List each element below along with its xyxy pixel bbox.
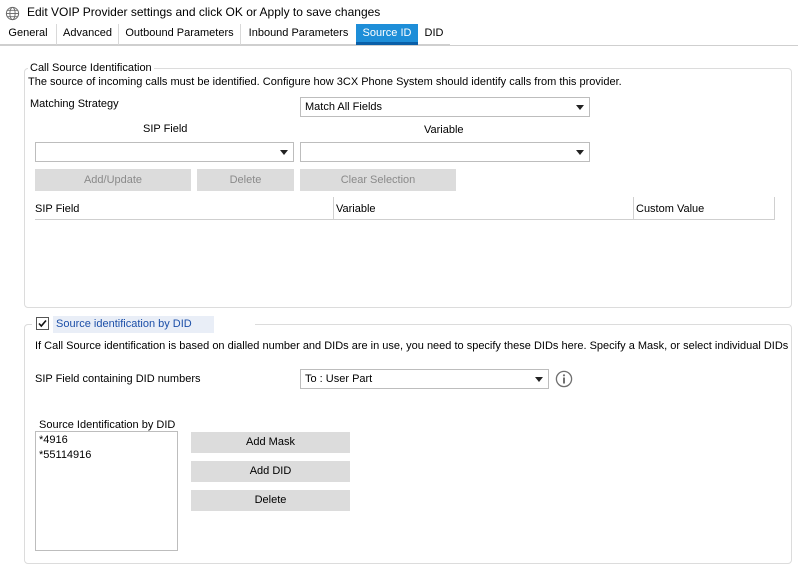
tab-bar: General Advanced Outbound Parameters Inb…: [0, 24, 798, 46]
sip-field-label: SIP Field: [143, 123, 188, 135]
sip-field-did-select[interactable]: To : User Part: [300, 369, 549, 389]
did-description: If Call Source identification is based o…: [35, 340, 789, 352]
did-checkbox[interactable]: [36, 317, 49, 330]
variable-label: Variable: [424, 124, 464, 136]
tab-general[interactable]: General: [0, 24, 57, 45]
column-divider: [774, 197, 775, 220]
mapping-table-body[interactable]: [35, 221, 775, 301]
checkmark-icon: [38, 319, 47, 328]
window-title: Edit VOIP Provider settings and click OK…: [27, 5, 381, 19]
matching-strategy-value: Match All Fields: [305, 101, 383, 113]
call-source-legend: Call Source Identification: [28, 62, 154, 74]
tab-advanced[interactable]: Advanced: [57, 24, 119, 45]
chevron-down-icon: [280, 150, 288, 155]
clear-selection-button[interactable]: Clear Selection: [300, 169, 456, 191]
add-mask-button[interactable]: Add Mask: [191, 432, 350, 453]
column-header-custom-value[interactable]: Custom Value: [636, 203, 704, 215]
add-update-button[interactable]: Add/Update: [35, 169, 191, 191]
did-list-label: Source Identification by DID: [39, 419, 176, 431]
variable-select[interactable]: [300, 142, 590, 162]
chevron-down-icon: [576, 150, 584, 155]
delete-did-button[interactable]: Delete: [191, 490, 350, 511]
column-header-variable[interactable]: Variable: [336, 203, 376, 215]
did-checkbox-label[interactable]: Source identification by DID: [53, 316, 214, 333]
globe-icon: [5, 6, 20, 21]
tab-inbound-parameters[interactable]: Inbound Parameters: [241, 24, 356, 45]
column-divider: [333, 197, 334, 220]
matching-strategy-label: Matching Strategy: [30, 98, 119, 110]
delete-mapping-button[interactable]: Delete: [197, 169, 294, 191]
tab-outbound-parameters[interactable]: Outbound Parameters: [119, 24, 241, 45]
sip-field-did-value: To : User Part: [305, 373, 373, 385]
did-listbox[interactable]: *4916 *55114916: [35, 431, 178, 551]
list-item[interactable]: *55114916: [39, 449, 91, 461]
column-header-sip-field[interactable]: SIP Field: [35, 203, 79, 215]
matching-strategy-select[interactable]: Match All Fields: [300, 97, 590, 117]
chevron-down-icon: [576, 105, 584, 110]
call-source-description: The source of incoming calls must be ide…: [28, 76, 622, 88]
info-icon[interactable]: [555, 370, 573, 388]
chevron-down-icon: [535, 377, 543, 382]
sip-field-select[interactable]: [35, 142, 294, 162]
sip-field-did-label: SIP Field containing DID numbers: [35, 373, 201, 385]
tab-did[interactable]: DID: [418, 24, 450, 45]
column-divider: [633, 197, 634, 220]
add-did-button[interactable]: Add DID: [191, 461, 350, 482]
tab-source-id[interactable]: Source ID: [356, 24, 418, 45]
list-item[interactable]: *4916: [39, 434, 68, 446]
